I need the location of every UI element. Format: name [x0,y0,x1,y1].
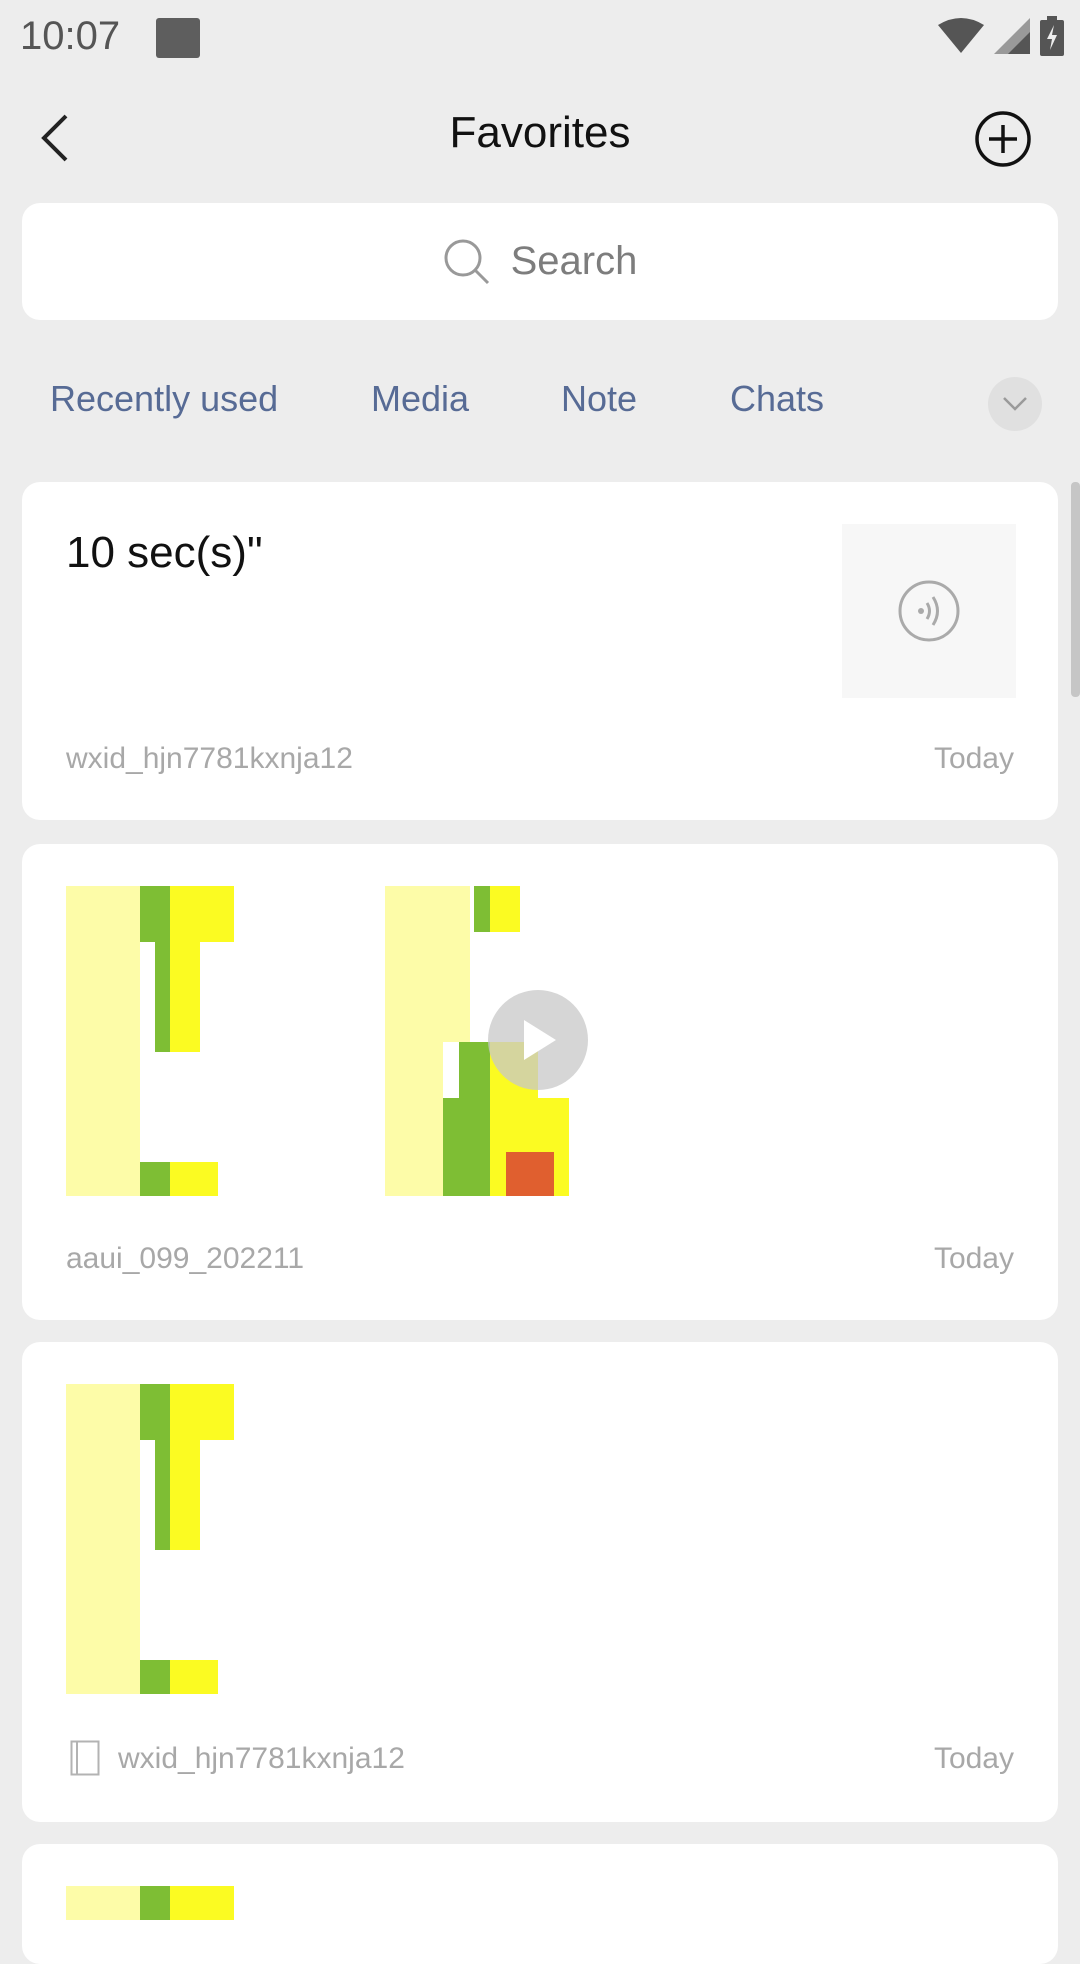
favorite-card-voice[interactable]: 10 sec(s)" wxid_hjn7781kxnja12 Today [22,482,1058,820]
play-icon [524,1020,556,1060]
card-date: Today [933,742,1014,775]
tab-media[interactable]: Media [371,378,469,420]
page-title: Favorites [449,108,631,157]
favorite-card-media[interactable]: aaui_099_202211 Today [22,844,1058,1320]
image-thumbnail[interactable] [66,1384,234,1694]
play-button[interactable] [488,990,588,1090]
add-button[interactable] [974,110,1032,168]
tab-recently-used[interactable]: Recently used [50,378,278,420]
wifi-icon [938,18,984,53]
card-date: Today [933,1742,1014,1775]
favorite-card-partial[interactable] [22,1844,1058,1964]
tab-note[interactable]: Note [561,378,637,420]
scrollbar[interactable] [1071,482,1080,697]
card-source: wxid_hjn7781kxnja12 [118,1742,405,1775]
note-icon [70,1740,100,1776]
plus-circle-icon [975,111,1031,167]
notification-icon [156,18,200,58]
card-source: aaui_099_202211 [66,1242,305,1275]
tab-chats[interactable]: Chats [730,378,824,420]
cellular-signal-icon [994,18,1030,54]
video-thumbnail[interactable] [385,886,588,1196]
card-date: Today [933,1242,1014,1275]
more-tabs-button[interactable] [988,377,1042,431]
card-source: wxid_hjn7781kxnja12 [66,742,353,775]
voice-thumbnail [842,524,1016,698]
voice-icon [898,580,960,642]
image-thumbnail[interactable] [66,1886,234,1920]
search-icon [444,239,489,284]
image-thumbnail[interactable] [66,886,234,1196]
favorite-card-note[interactable]: wxid_hjn7781kxnja12 Today [22,1342,1058,1822]
voice-duration: 10 sec(s)" [66,528,263,577]
status-icons [938,16,1064,56]
search-placeholder: Search [510,239,638,283]
chevron-down-icon [1003,397,1027,411]
status-time: 10:07 [20,14,121,58]
search-bar[interactable]: Search [22,203,1058,320]
battery-icon [1040,16,1064,56]
